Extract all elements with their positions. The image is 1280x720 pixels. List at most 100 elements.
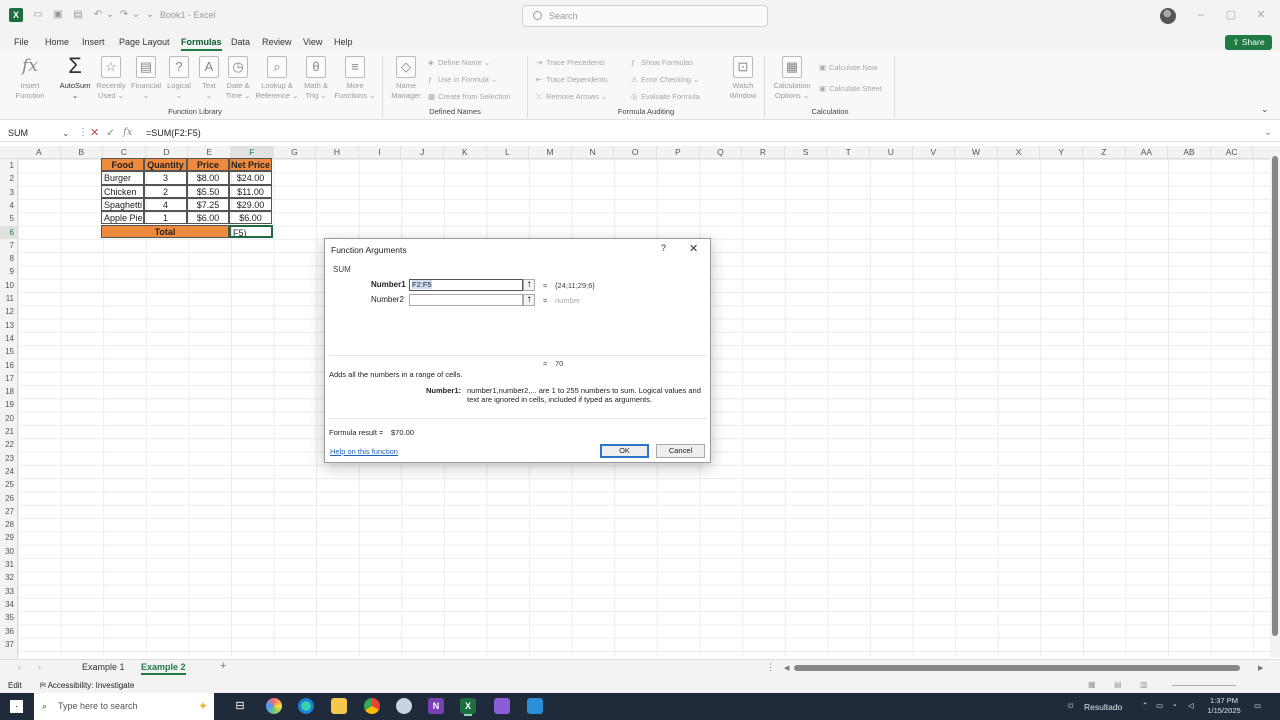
- column-header[interactable]: AA: [1126, 146, 1169, 159]
- formula-input[interactable]: =SUM(F2:F5): [146, 126, 201, 140]
- date-time-button[interactable]: ◷ Date & Time ⌄: [219, 56, 257, 101]
- save-icon[interactable]: ▣: [52, 9, 64, 21]
- table-cell[interactable]: $24.00: [229, 171, 272, 185]
- table-cell[interactable]: Chicken: [101, 184, 144, 198]
- remove-arrows-button[interactable]: ⤫ Remove Arrows ⌄: [536, 92, 607, 102]
- table-header-cell[interactable]: Food: [101, 158, 144, 172]
- row-header[interactable]: 32: [0, 571, 17, 584]
- column-header[interactable]: S: [785, 146, 828, 159]
- table-cell[interactable]: $6.00: [187, 211, 229, 225]
- table-cell[interactable]: $29.00: [229, 197, 272, 212]
- row-header[interactable]: 31: [0, 558, 17, 571]
- row-header[interactable]: 27: [0, 505, 17, 518]
- row-header[interactable]: 14: [0, 332, 17, 345]
- redo-icon[interactable]: ↷: [118, 9, 130, 21]
- row-header[interactable]: 22: [0, 438, 17, 451]
- row-header[interactable]: 2: [0, 172, 17, 185]
- column-header[interactable]: P: [657, 146, 700, 159]
- column-header[interactable]: G: [274, 146, 317, 159]
- tab-home[interactable]: Home: [45, 37, 69, 47]
- edge-icon[interactable]: [298, 698, 314, 714]
- table-cell[interactable]: $6.00: [229, 211, 272, 225]
- table-header-cell[interactable]: Price: [187, 158, 229, 172]
- row-header[interactable]: 18: [0, 385, 17, 398]
- horizontal-scroll-thumb[interactable]: [794, 665, 1240, 671]
- column-header[interactable]: T: [827, 146, 870, 159]
- table-cell[interactable]: 3: [144, 171, 187, 185]
- name-box[interactable]: SUM ⌄: [4, 126, 74, 140]
- column-header[interactable]: Y: [1040, 146, 1083, 159]
- row-header[interactable]: 23: [0, 452, 17, 465]
- row-header[interactable]: 3: [0, 186, 17, 199]
- column-header[interactable]: I: [359, 146, 402, 159]
- row-header[interactable]: 10: [0, 279, 17, 292]
- undo-icon[interactable]: ↶: [92, 9, 104, 21]
- table-cell[interactable]: $8.00: [187, 171, 229, 185]
- table-cell[interactable]: 4: [144, 197, 187, 212]
- row-header[interactable]: 5: [0, 212, 17, 225]
- row-header[interactable]: 29: [0, 531, 17, 544]
- name-manager-button[interactable]: ◇ Name Manager: [387, 56, 425, 101]
- name-box-dropdown-icon[interactable]: ⌄: [62, 126, 70, 140]
- column-header[interactable]: AC: [1211, 146, 1254, 159]
- total-label-cell[interactable]: Total: [101, 224, 229, 238]
- number1-input[interactable]: F2:F5: [409, 279, 523, 291]
- avatar[interactable]: [1160, 8, 1176, 24]
- insert-function-button[interactable]: fx Insert Function: [11, 56, 49, 101]
- excel-taskbar-icon[interactable]: X: [460, 698, 476, 714]
- table-cell[interactable]: 1: [144, 211, 187, 225]
- row-header[interactable]: 30: [0, 545, 17, 558]
- row-header[interactable]: 11: [0, 292, 17, 305]
- onenote-icon[interactable]: N: [428, 698, 444, 714]
- battery-icon[interactable]: ◔: [1172, 701, 1177, 711]
- copilot-icon[interactable]: [266, 698, 282, 714]
- scroll-left-icon[interactable]: ◀: [784, 664, 789, 672]
- weather-label[interactable]: Resultado: [1084, 702, 1122, 712]
- column-header[interactable]: B: [61, 146, 104, 159]
- row-header[interactable]: 26: [0, 492, 17, 505]
- table-header-cell[interactable]: Quantity: [144, 158, 187, 172]
- table-cell[interactable]: Burger: [101, 171, 144, 185]
- row-header[interactable]: 34: [0, 598, 17, 611]
- autosave-icon[interactable]: ▭: [32, 9, 44, 21]
- weather-icon[interactable]: ☼: [1066, 701, 1075, 711]
- autosum-button[interactable]: Σ AutoSum ⌄: [56, 55, 94, 101]
- active-cell[interactable]: F5): [229, 224, 273, 238]
- row-header[interactable]: 13: [0, 319, 17, 332]
- number2-input[interactable]: [409, 294, 523, 306]
- minimize-icon[interactable]: –: [1194, 8, 1208, 22]
- column-header[interactable]: AB: [1168, 146, 1211, 159]
- tab-insert[interactable]: Insert: [82, 37, 105, 47]
- tab-page-layout[interactable]: Page Layout: [119, 37, 170, 47]
- windows-start-icon[interactable]: [10, 700, 23, 713]
- clipchamp-icon[interactable]: [494, 698, 510, 714]
- column-header[interactable]: U: [870, 146, 913, 159]
- number1-collapse-icon[interactable]: ⭡: [523, 279, 535, 291]
- help-icon[interactable]: ?: [661, 243, 666, 253]
- search-box[interactable]: Search: [522, 5, 768, 27]
- ok-button[interactable]: OK: [600, 444, 649, 458]
- column-header[interactable]: O: [614, 146, 657, 159]
- row-header[interactable]: 16: [0, 359, 17, 372]
- insert-function-icon[interactable]: fx: [123, 126, 132, 140]
- app-icon[interactable]: [396, 698, 412, 714]
- file-explorer-icon[interactable]: [331, 698, 347, 714]
- column-header[interactable]: W: [955, 146, 998, 159]
- table-header-cell[interactable]: Net Price: [229, 158, 272, 172]
- vertical-scroll-thumb[interactable]: [1272, 156, 1278, 636]
- tab-options-icon[interactable]: ⋮: [766, 662, 775, 673]
- recently-used-button[interactable]: ☆ Recently Used ⌄: [92, 56, 130, 101]
- sheet-tab-example-2[interactable]: Example 2: [141, 662, 186, 675]
- row-header[interactable]: 28: [0, 518, 17, 531]
- tray-chevron-icon[interactable]: ⌃: [1142, 701, 1148, 711]
- row-header[interactable]: 35: [0, 611, 17, 624]
- math-trig-button[interactable]: θ Math & Trig ⌄: [297, 56, 335, 101]
- row-header[interactable]: 8: [0, 252, 17, 265]
- tab-data[interactable]: Data: [231, 37, 250, 47]
- column-header[interactable]: N: [572, 146, 615, 159]
- share-button[interactable]: ⇪ Share: [1225, 35, 1272, 50]
- calculate-sheet-button[interactable]: ▣ Calculate Sheet: [819, 84, 882, 93]
- use-in-formula-button[interactable]: ƒ Use in Formula ⌄: [428, 75, 497, 84]
- column-header[interactable]: R: [742, 146, 785, 159]
- create-from-selection-button[interactable]: ▦ Create from Selection: [428, 92, 511, 101]
